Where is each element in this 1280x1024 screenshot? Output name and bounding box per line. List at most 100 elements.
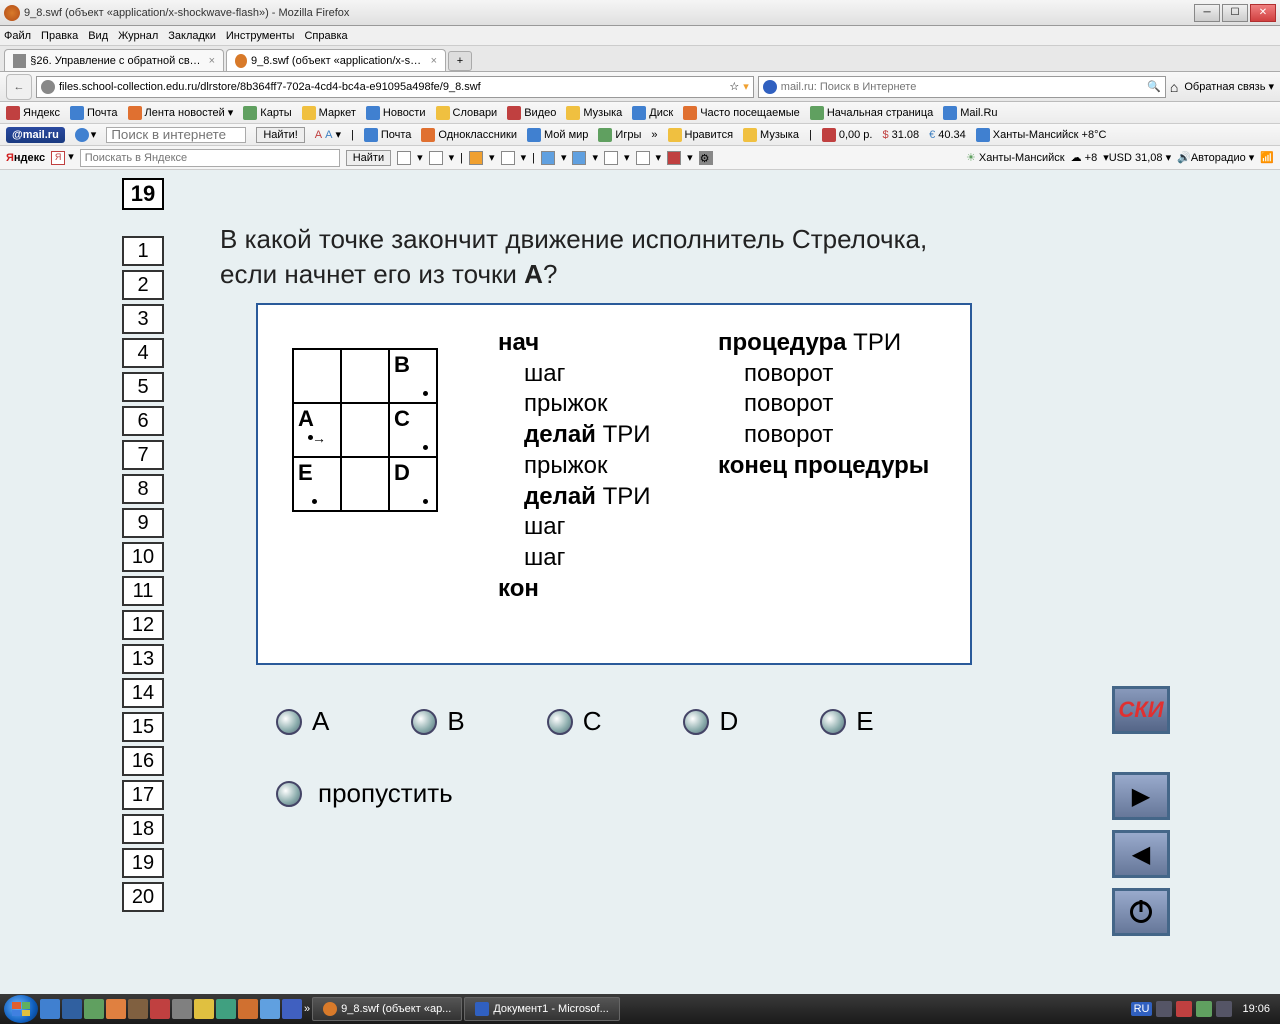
bookmark-icon[interactable]: ▾ [743,80,749,93]
quicklaunch-icon[interactable] [40,999,60,1019]
quicklaunch-icon[interactable] [150,999,170,1019]
ql-expand[interactable]: » [304,1003,310,1015]
bm-frequent[interactable]: Часто посещаемые [683,106,800,120]
bm-mailru[interactable]: Mail.Ru [943,106,997,120]
qnav-9[interactable]: 9 [122,508,164,538]
back-button[interactable]: ← [6,74,32,100]
qnav-19[interactable]: 19 [122,848,164,878]
search-input[interactable] [781,81,1143,93]
taskbar-app-word[interactable]: Документ1 - Microsof... [464,997,619,1021]
search-bar[interactable]: 🔍 [758,76,1166,98]
forward-button[interactable]: ▶ [1112,772,1170,820]
tray-clock[interactable]: 19:06 [1236,1003,1276,1015]
tray-lang[interactable]: RU [1131,1002,1153,1016]
skip-option[interactable]: пропустить [276,778,453,809]
quicklaunch-icon[interactable] [128,999,148,1019]
yandex-logo[interactable]: ЯЯндексндекс [6,152,45,164]
quicklaunch-icon[interactable] [84,999,104,1019]
tool-icon-8[interactable] [636,151,650,165]
bm-maps[interactable]: Карты [243,106,291,120]
qnav-1[interactable]: 1 [122,236,164,266]
qnav-11[interactable]: 11 [122,576,164,606]
oil-widget[interactable]: $ 31.08 [882,129,919,141]
bm-music[interactable]: Музыка [566,106,622,120]
ya-temp[interactable]: ☁ +8 [1071,151,1098,164]
yandex-find-button[interactable]: Найти [346,150,391,166]
url-bar[interactable]: ☆ ▾ [36,76,754,98]
quicklaunch-icon[interactable] [260,999,280,1019]
answer-a[interactable]: A [276,706,329,737]
tray-icon[interactable] [1216,1001,1232,1017]
qnav-12[interactable]: 12 [122,610,164,640]
quicklaunch-icon[interactable] [238,999,258,1019]
ya-usd[interactable]: ▾USD 31,08 ▾ [1103,151,1171,164]
gear-icon[interactable]: ⚙ [699,151,713,165]
power-button[interactable] [1112,888,1170,936]
home-icon[interactable]: ⌂ [1170,79,1178,95]
bm-dict[interactable]: Словари [436,106,498,120]
minimize-button[interactable]: ─ [1194,4,1220,22]
tool-icon-7[interactable] [604,151,618,165]
taskbar-app-firefox[interactable]: 9_8.swf (объект «ap... [312,997,462,1021]
menu-help[interactable]: Справка [304,30,347,42]
tool-icon-5[interactable] [541,151,555,165]
bm-news[interactable]: Лента новостей ▾ [128,106,234,120]
tray-icon[interactable] [1196,1001,1212,1017]
answer-c[interactable]: C [547,706,602,737]
tray-icon[interactable] [1176,1001,1192,1017]
qnav-3[interactable]: 3 [122,304,164,334]
qnav-10[interactable]: 10 [122,542,164,572]
tab-close-icon[interactable]: × [209,55,215,67]
weather-widget[interactable]: Ханты-Мансийск +8°C [976,128,1107,142]
answer-d[interactable]: D [683,706,738,737]
bm-novosti[interactable]: Новости [366,106,426,120]
ya-radio[interactable]: 🔊Авторадио ▾ [1177,151,1254,164]
eur-widget[interactable]: € 40.34 [929,129,966,141]
tool-icon-1[interactable] [397,151,411,165]
qnav-16[interactable]: 16 [122,746,164,776]
tool-icon-9[interactable] [667,151,681,165]
bm-disk[interactable]: Диск [632,106,673,120]
mailru-search-input[interactable] [106,127,246,143]
menu-file[interactable]: Файл [4,30,31,42]
qnav-14[interactable]: 14 [122,678,164,708]
mailru-find-button[interactable]: Найти! [256,127,304,143]
bm-like[interactable]: Нравится [668,128,734,142]
search-engine-icon[interactable] [763,80,777,94]
ya-weather[interactable]: ☀ Ханты-Мансийск [966,151,1065,164]
quicklaunch-icon[interactable] [216,999,236,1019]
tab-close-icon[interactable]: × [431,55,437,67]
textsize-buttons[interactable]: AA ▾ [315,128,341,141]
qnav-7[interactable]: 7 [122,440,164,470]
tool-icon-4[interactable] [501,151,515,165]
mailru-logo[interactable]: @mail.ru [6,127,65,143]
bm-mail[interactable]: Почта [70,106,118,120]
qnav-13[interactable]: 13 [122,644,164,674]
search-go-icon[interactable]: 🔍 [1147,80,1161,93]
answer-e[interactable]: E [820,706,873,737]
answer-b[interactable]: B [411,706,464,737]
qnav-15[interactable]: 15 [122,712,164,742]
quicklaunch-icon[interactable] [282,999,302,1019]
start-button[interactable] [4,995,38,1023]
qnav-17[interactable]: 17 [122,780,164,810]
tray-icon[interactable] [1156,1001,1172,1017]
menu-history[interactable]: Журнал [118,30,158,42]
bm-mymir[interactable]: Мой мир [527,128,588,142]
yandex-search-input[interactable] [80,149,340,167]
more-icon[interactable]: » [651,129,657,141]
quicklaunch-icon[interactable] [194,999,214,1019]
bm-games[interactable]: Игры [598,128,641,142]
qnav-8[interactable]: 8 [122,474,164,504]
qnav-4[interactable]: 4 [122,338,164,368]
bm-music2[interactable]: Музыка [743,128,799,142]
bm-yandex[interactable]: Яндекс [6,106,60,120]
star-icon[interactable]: ☆ [729,80,739,93]
qnav-20[interactable]: 20 [122,882,164,912]
bm-pochta[interactable]: Почта [364,128,412,142]
new-tab-button[interactable]: + [448,51,472,71]
qnav-5[interactable]: 5 [122,372,164,402]
bm-market[interactable]: Маркет [302,106,356,120]
menu-view[interactable]: Вид [88,30,108,42]
rate-widget[interactable]: 0,00 р. [822,128,873,142]
